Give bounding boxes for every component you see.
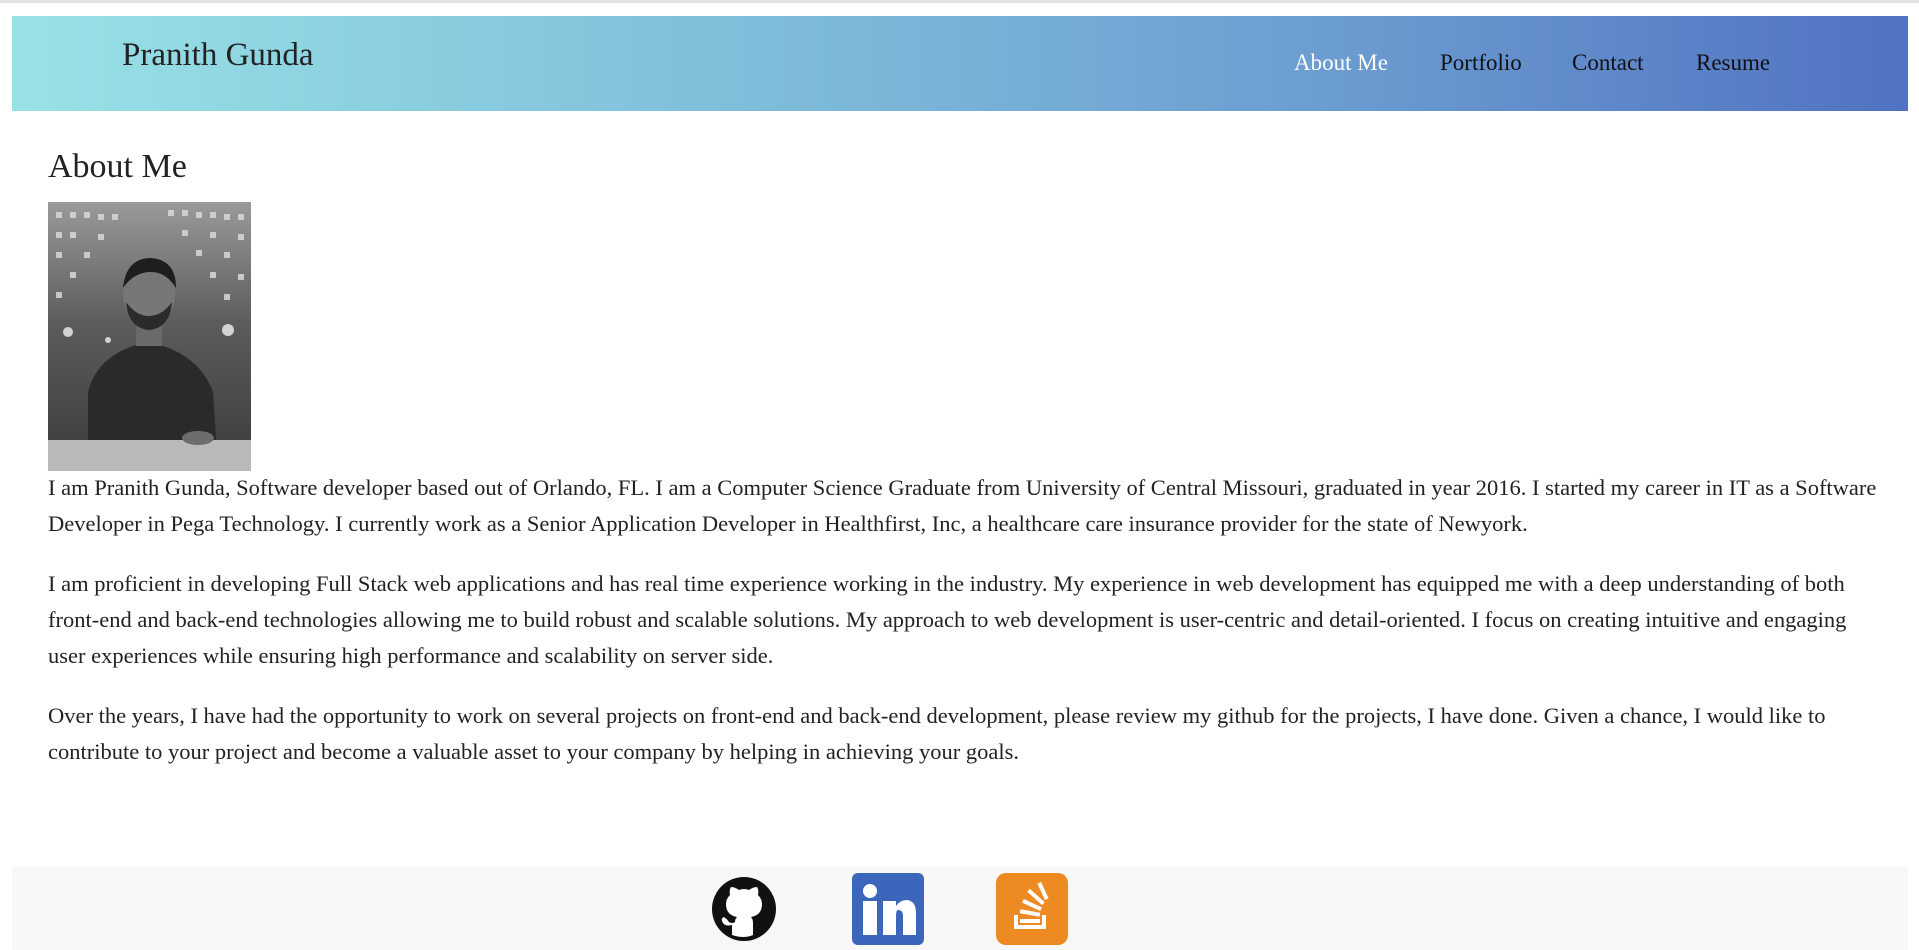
site-brand[interactable]: Pranith Gunda <box>122 37 314 74</box>
profile-photo <box>48 202 251 471</box>
github-link[interactable] <box>708 873 780 945</box>
nav-about-me[interactable]: About Me <box>1294 50 1388 76</box>
linkedin-link[interactable] <box>852 873 924 945</box>
browser-top-line <box>0 0 1919 3</box>
bio-paragraph-2: I am proficient in developing Full Stack… <box>48 571 1847 668</box>
site-footer <box>12 867 1908 950</box>
stackoverflow-link[interactable] <box>996 873 1068 945</box>
linkedin-icon <box>852 873 924 945</box>
bio-paragraph-3: Over the years, I have had the opportuni… <box>48 703 1826 764</box>
bio-paragraph-1: I am Pranith Gunda, Software developer b… <box>48 475 1877 536</box>
github-icon <box>712 877 776 941</box>
nav-contact[interactable]: Contact <box>1572 50 1644 76</box>
stackoverflow-icon <box>996 873 1068 945</box>
nav-portfolio[interactable]: Portfolio <box>1440 50 1522 76</box>
bio-text: I am Pranith Gunda, Software developer b… <box>48 470 1878 794</box>
site-header: Pranith Gunda About Me Portfolio Contact… <box>12 16 1908 111</box>
section-title: About Me <box>48 148 187 185</box>
profile-photo-illustration <box>48 202 251 471</box>
nav-resume[interactable]: Resume <box>1696 50 1770 76</box>
